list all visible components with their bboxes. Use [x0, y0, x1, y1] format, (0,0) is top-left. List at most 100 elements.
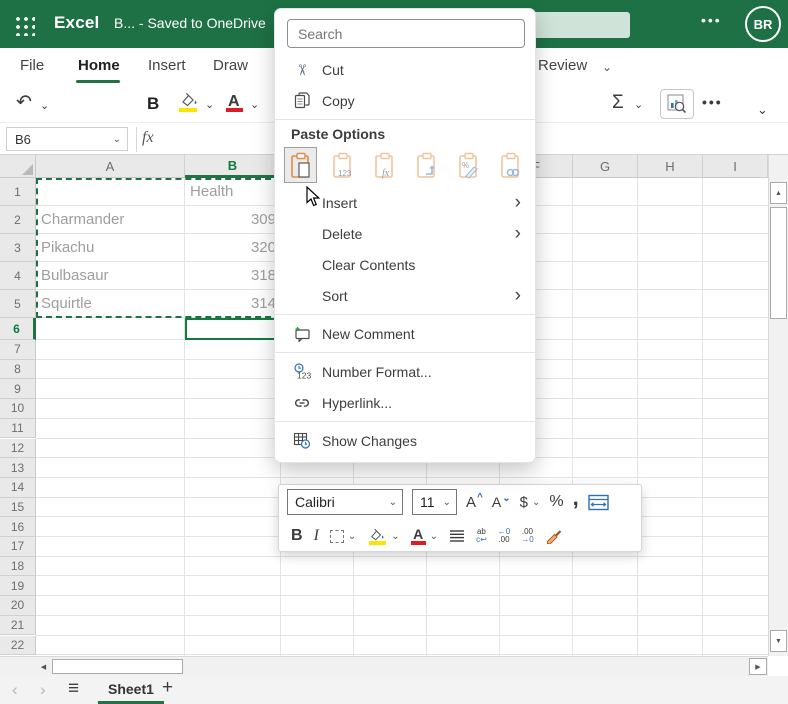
row-header-20[interactable]: 20 [0, 596, 36, 616]
row-header-4[interactable]: 4 [0, 262, 36, 290]
borders-button[interactable]: ⌄ [329, 529, 356, 543]
paste-formulas-button[interactable]: fx [369, 148, 400, 182]
row-header-13[interactable]: 13 [0, 458, 36, 478]
row-header-22[interactable]: 22 [0, 635, 36, 656]
select-all-corner[interactable] [0, 155, 36, 178]
more-commands-button[interactable]: ••• [702, 94, 723, 110]
percent-style-button[interactable]: % [549, 493, 563, 511]
paste-link-button[interactable] [495, 148, 526, 182]
wrap-text-button[interactable]: ab c↩ [476, 528, 487, 544]
mini-font-color-button[interactable]: A ⌄ [410, 527, 438, 545]
autosum-button[interactable]: Σ [612, 92, 624, 114]
row-header-7[interactable]: 7 [0, 340, 36, 360]
row-header-8[interactable]: 8 [0, 359, 36, 380]
column-header-B[interactable]: B [185, 155, 281, 178]
horizontal-scroll-thumb[interactable] [52, 659, 183, 674]
prev-sheet-button[interactable]: ‹ [12, 680, 18, 700]
bold-button[interactable]: B [147, 94, 159, 114]
tab-draw[interactable]: Draw [213, 57, 248, 74]
menu-item-new-comment[interactable]: New Comment [275, 318, 535, 349]
topbar-more-button[interactable]: ••• [701, 12, 722, 28]
row-header-16[interactable]: 16 [0, 517, 36, 537]
menu-item-copy[interactable]: Copy [275, 85, 535, 116]
scroll-down-button[interactable]: ▼ [770, 630, 787, 652]
mini-bold-button[interactable]: B [291, 527, 303, 545]
font-name-select[interactable]: Calibri ⌄ [287, 489, 403, 515]
merge-cells-button[interactable] [587, 494, 609, 511]
paste-button[interactable] [284, 147, 317, 183]
increase-decimal-button[interactable]: .00 →0 [521, 528, 533, 544]
sheet-tab-active[interactable]: Sheet1 [98, 676, 164, 704]
menu-item-hyperlink[interactable]: Hyperlink... [275, 387, 535, 418]
add-sheet-button[interactable]: + [162, 677, 173, 699]
shrink-font-button[interactable]: A ⌄ [492, 493, 511, 511]
row-header-11[interactable]: 11 [0, 418, 36, 439]
mini-fill-color-button[interactable]: ⌄ [367, 528, 400, 545]
column-header-G[interactable]: G [573, 155, 638, 178]
row-header-18[interactable]: 18 [0, 556, 36, 577]
scroll-left-button[interactable]: ◀ [36, 659, 51, 674]
grid-hline [36, 555, 768, 557]
scroll-right-button[interactable]: ▶ [749, 658, 767, 675]
mini-italic-button[interactable]: I [314, 527, 319, 545]
accounting-format-button[interactable]: $ ⌄ [520, 494, 541, 511]
row-header-6[interactable]: 6 [0, 318, 36, 340]
row-header-19[interactable]: 19 [0, 576, 36, 597]
row-header-5[interactable]: 5 [0, 290, 36, 318]
column-header-H[interactable]: H [638, 155, 703, 178]
tab-insert[interactable]: Insert [148, 57, 186, 74]
name-box[interactable]: B6 ⌄ [6, 127, 128, 151]
menu-item-cut[interactable]: ✂ Cut [275, 54, 535, 85]
autosum-chevron-icon[interactable]: ⌄ [634, 98, 643, 111]
paste-values-button[interactable]: 123 [327, 148, 358, 182]
undo-button[interactable]: ↶ [16, 91, 32, 114]
tab-review[interactable]: Review [538, 57, 587, 74]
decrease-decimal-button[interactable]: ←0.00 [498, 528, 510, 544]
row-header-1[interactable]: 1 [0, 178, 36, 206]
menu-item-number-format[interactable]: 123 Number Format... [275, 356, 535, 387]
collapse-ribbon-button[interactable]: ⌄ [757, 102, 768, 118]
vertical-scroll-thumb[interactable] [770, 207, 787, 319]
row-header-15[interactable]: 15 [0, 497, 36, 518]
fx-icon[interactable]: fx [142, 129, 154, 147]
row-header-21[interactable]: 21 [0, 615, 36, 636]
row-header-3[interactable]: 3 [0, 234, 36, 262]
menu-item-show-changes[interactable]: Show Changes [275, 425, 535, 456]
menu-item-sort[interactable]: Sort › [275, 280, 535, 311]
paste-formatting-button[interactable]: % [453, 148, 484, 182]
column-header-I[interactable]: I [703, 155, 768, 178]
all-sheets-button[interactable]: ≡ [68, 678, 79, 700]
column-header-A[interactable]: A [36, 155, 185, 178]
tab-file[interactable]: File [20, 57, 44, 74]
mini-toolbar-row-2: B I ⌄ ⌄ A ⌄ ab c↩ ←0.00 .00 →0 [279, 519, 641, 553]
tabs-overflow-chevron-icon[interactable]: ⌄ [602, 60, 612, 74]
align-button[interactable] [449, 529, 465, 543]
scroll-up-button[interactable]: ▲ [770, 182, 787, 204]
mini-font-size-select[interactable]: 11 ⌄ [412, 489, 457, 515]
comma-style-button[interactable]: , [573, 485, 579, 511]
row-header-12[interactable]: 12 [0, 438, 36, 459]
paste-transpose-button[interactable] [411, 148, 442, 182]
row-header-10[interactable]: 10 [0, 399, 36, 419]
row-header-9[interactable]: 9 [0, 379, 36, 400]
document-title[interactable]: B... - Saved to OneDrive⌄ [114, 15, 284, 31]
copy-icon [291, 92, 313, 109]
row-header-2[interactable]: 2 [0, 206, 36, 234]
next-sheet-button[interactable]: › [40, 680, 46, 700]
format-painter-button[interactable] [545, 528, 563, 544]
grid-hline [36, 575, 768, 577]
row-header-14[interactable]: 14 [0, 477, 36, 498]
tab-home[interactable]: Home [78, 57, 120, 74]
menu-item-delete[interactable]: Delete › [275, 218, 535, 249]
menu-item-clear-contents[interactable]: Clear Contents [275, 249, 535, 280]
avatar[interactable]: BR [745, 6, 781, 42]
cut-marquee [36, 178, 281, 318]
row-header-17[interactable]: 17 [0, 537, 36, 557]
fill-color-chevron-icon[interactable]: ⌄ [205, 98, 214, 111]
undo-chevron-icon[interactable]: ⌄ [40, 99, 49, 112]
grow-font-button[interactable]: A ^ [466, 492, 483, 511]
app-launcher-icon[interactable] [13, 14, 35, 36]
menu-search-input[interactable] [287, 19, 525, 48]
font-color-chevron-icon[interactable]: ⌄ [250, 98, 259, 111]
analyze-data-button[interactable] [660, 89, 694, 119]
